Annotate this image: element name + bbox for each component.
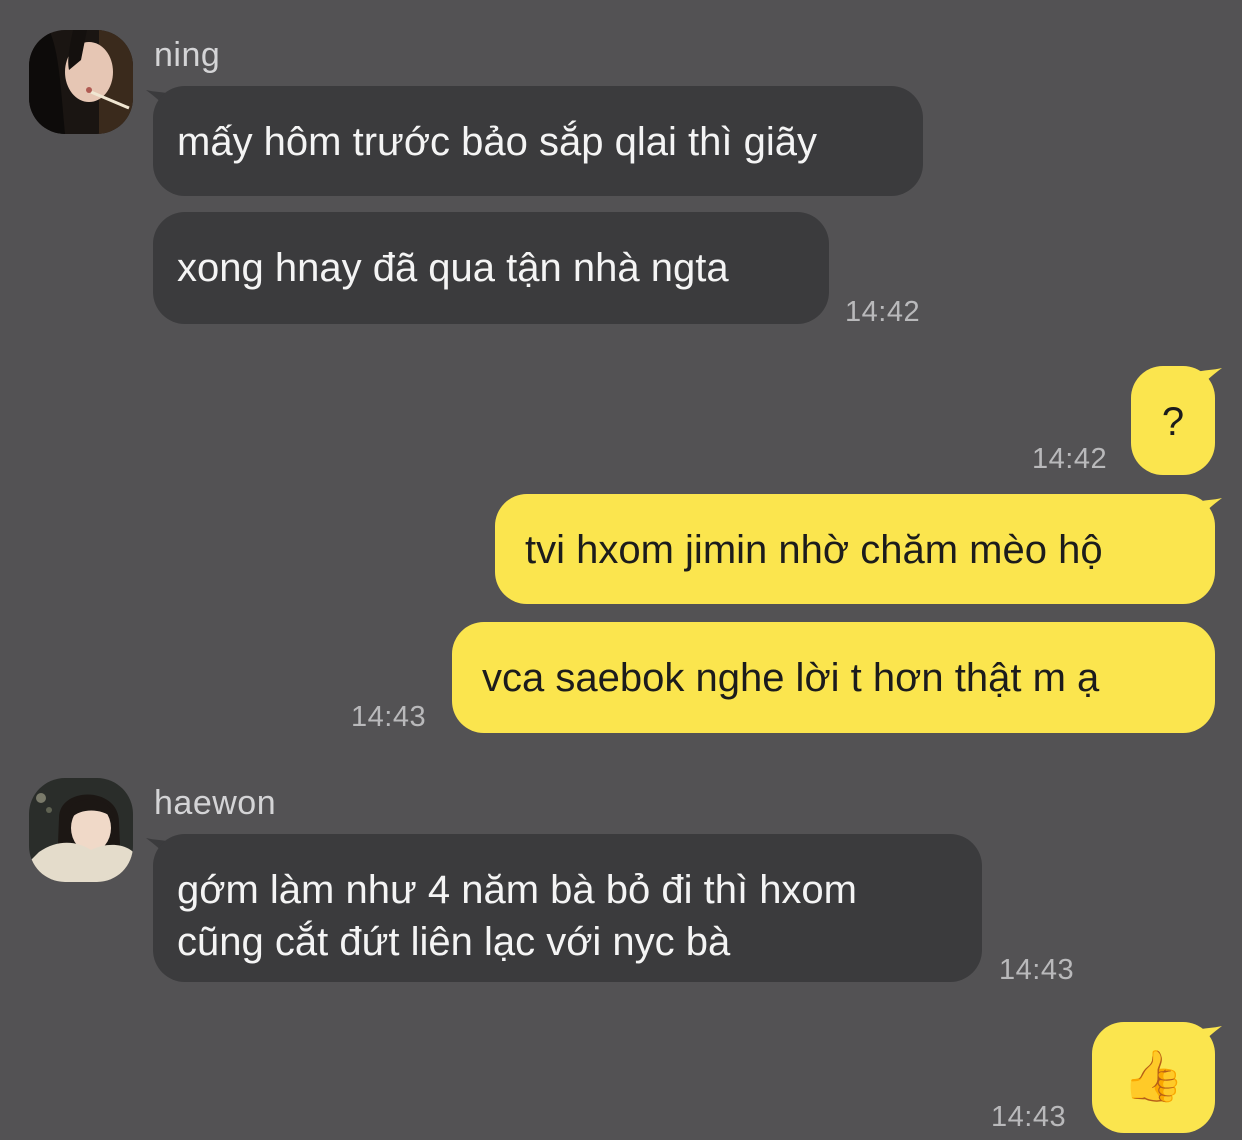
message-timestamp: 14:42	[845, 296, 921, 328]
thumbs-up-icon: 👍	[1122, 1048, 1185, 1104]
message-bubble[interactable]: vca saebok nghe lời t hơn thật m ạ	[452, 622, 1215, 733]
message-text: ?	[1161, 400, 1185, 444]
message-bubble[interactable]: 👍	[1092, 1022, 1215, 1133]
message-timestamp: 14:42	[1032, 443, 1108, 475]
sender-name-haewon: haewon	[154, 784, 277, 822]
message-text-line: gớm làm như 4 năm bà bỏ đi thì hxom	[177, 868, 857, 912]
message-text-line: cũng cắt đứt liên lạc với nyc bà	[177, 920, 731, 964]
avatar-haewon[interactable]	[29, 778, 133, 882]
message-text: xong hnay đã qua tận nhà ngta	[177, 246, 729, 290]
sender-name-ning: ning	[154, 36, 221, 74]
avatar-ning[interactable]	[29, 30, 133, 134]
message-timestamp: 14:43	[351, 701, 427, 733]
message-text: vca saebok nghe lời t hơn thật m ạ	[482, 656, 1100, 700]
message-bubble[interactable]: xong hnay đã qua tận nhà ngta	[153, 212, 829, 324]
message-bubble[interactable]: gớm làm như 4 năm bà bỏ đi thì hxom cũng…	[153, 834, 982, 982]
message-text: mấy hôm trước bảo sắp qlai thì giãy	[177, 120, 817, 164]
message-bubble[interactable]: mấy hôm trước bảo sắp qlai thì giãy	[153, 86, 923, 196]
message-text: tvi hxom jimin nhờ chăm mèo hộ	[525, 528, 1103, 572]
message-timestamp: 14:43	[991, 1101, 1067, 1133]
message-bubble[interactable]: tvi hxom jimin nhờ chăm mèo hộ	[495, 494, 1215, 604]
message-bubble[interactable]: ?	[1131, 366, 1215, 475]
message-timestamp: 14:43	[999, 954, 1075, 986]
